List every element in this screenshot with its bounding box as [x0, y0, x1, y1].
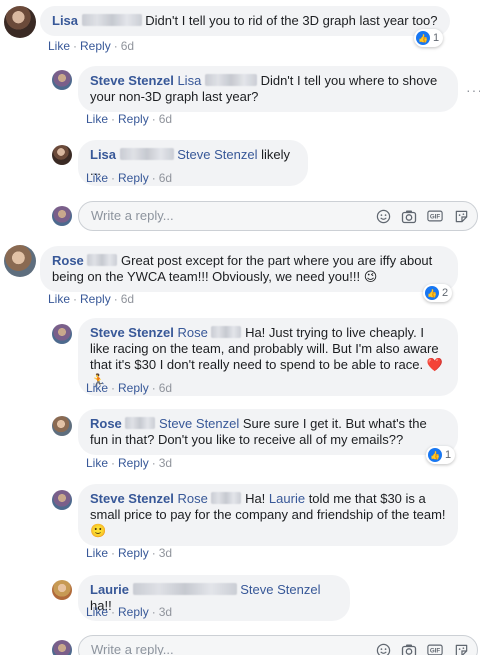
- comment-actions: Like · Reply · 6d: [48, 39, 135, 53]
- comment-author[interactable]: Laurie: [90, 582, 129, 597]
- redacted-name: [125, 417, 156, 429]
- redacted-name: [132, 583, 237, 595]
- like-link[interactable]: Like: [86, 171, 108, 185]
- like-link[interactable]: Like: [48, 39, 70, 53]
- emoji-icon[interactable]: [375, 642, 391, 655]
- avatar[interactable]: [4, 6, 36, 38]
- timestamp[interactable]: 3d: [159, 605, 172, 619]
- mention-tag[interactable]: Laurie: [269, 491, 305, 506]
- comment-author[interactable]: Steve Stenzel: [90, 73, 174, 88]
- like-link[interactable]: Like: [48, 292, 70, 306]
- like-link[interactable]: Like: [86, 112, 108, 126]
- comment-actions: Like · Reply · 6d: [86, 112, 173, 126]
- timestamp[interactable]: 6d: [121, 39, 134, 53]
- comment-actions: Like · Reply · 6d: [86, 171, 173, 185]
- reaction-count[interactable]: 👍 2: [423, 284, 453, 302]
- mention-tag[interactable]: Steve Stenzel: [159, 416, 239, 431]
- reaction-count[interactable]: 👍 1: [426, 446, 456, 464]
- gif-icon[interactable]: GIF: [427, 208, 443, 224]
- camera-icon[interactable]: [401, 208, 417, 224]
- reply-link[interactable]: Reply: [118, 605, 149, 619]
- comment-bubble: Rose Steve Stenzel Sure sure I get it. B…: [78, 409, 458, 455]
- comment-author[interactable]: Lisa: [52, 13, 78, 28]
- comment-actions: Like · Reply · 6d: [48, 292, 135, 306]
- avatar: [52, 640, 72, 655]
- avatar[interactable]: [52, 416, 72, 436]
- reply-link[interactable]: Reply: [118, 546, 149, 560]
- redacted-name: [119, 148, 174, 160]
- reply-link[interactable]: Reply: [118, 112, 149, 126]
- like-reaction-icon: 👍: [425, 286, 439, 300]
- timestamp[interactable]: 3d: [159, 456, 172, 470]
- avatar: [52, 206, 72, 226]
- more-options-icon[interactable]: ···: [466, 82, 480, 98]
- comment-bubble: Steve Stenzel Lisa Didn't I tell you whe…: [78, 66, 458, 112]
- reply-link[interactable]: Reply: [118, 381, 149, 395]
- mention-tag[interactable]: Steve Stenzel: [177, 147, 257, 162]
- comment-bubble: Lisa Didn't I tell you to rid of the 3D …: [40, 6, 450, 36]
- comment-author[interactable]: Lisa: [90, 147, 116, 162]
- mention-tag[interactable]: Rose: [177, 325, 207, 340]
- redacted-name: [87, 254, 118, 266]
- timestamp[interactable]: 6d: [121, 292, 134, 306]
- timestamp[interactable]: 6d: [159, 171, 172, 185]
- mention-tag[interactable]: Lisa: [177, 73, 201, 88]
- sticker-icon[interactable]: [453, 642, 469, 655]
- reply-box: GIF: [78, 201, 478, 231]
- reply-link[interactable]: Reply: [118, 171, 149, 185]
- gif-icon[interactable]: GIF: [427, 642, 443, 655]
- comment-actions: Like · Reply · 3d: [86, 546, 173, 560]
- avatar[interactable]: [52, 324, 72, 344]
- wink-emoji: 😉: [363, 269, 378, 284]
- reply-box: GIF: [78, 635, 478, 655]
- redacted-name: [81, 14, 142, 26]
- timestamp[interactable]: 6d: [159, 112, 172, 126]
- like-link[interactable]: Like: [86, 605, 108, 619]
- avatar[interactable]: [4, 245, 36, 277]
- avatar[interactable]: [52, 145, 72, 165]
- camera-icon[interactable]: [401, 642, 417, 655]
- svg-text:GIF: GIF: [430, 214, 441, 221]
- reply-input[interactable]: [91, 208, 341, 223]
- svg-text:GIF: GIF: [430, 648, 441, 655]
- smile-emoji: 🙂: [90, 523, 107, 538]
- timestamp[interactable]: 6d: [159, 381, 172, 395]
- reply-link[interactable]: Reply: [118, 456, 149, 470]
- like-link[interactable]: Like: [86, 546, 108, 560]
- comment-actions: Like · Reply · 3d: [86, 605, 173, 619]
- comment-text-before: Ha!: [245, 491, 266, 506]
- like-link[interactable]: Like: [86, 456, 108, 470]
- avatar[interactable]: [52, 70, 72, 90]
- comment-text: Didn't I tell you to rid of the 3D graph…: [145, 13, 438, 28]
- like-reaction-icon: 👍: [428, 448, 442, 462]
- comment-actions: Like · Reply · 6d: [86, 381, 173, 395]
- comment-author[interactable]: Rose: [90, 416, 122, 431]
- comment-author[interactable]: Steve Stenzel: [90, 491, 174, 506]
- comment-author[interactable]: Rose: [52, 253, 84, 268]
- reply-box-icons: GIF: [375, 642, 469, 655]
- redacted-name: [211, 492, 242, 504]
- mention-tag[interactable]: Steve Stenzel: [240, 582, 320, 597]
- reply-link[interactable]: Reply: [80, 292, 111, 306]
- comment-bubble: Steve Stenzel Rose Ha! Laurie told me th…: [78, 484, 458, 546]
- reply-input[interactable]: [91, 642, 341, 655]
- mention-tag[interactable]: Rose: [177, 491, 207, 506]
- reply-box-icons: GIF: [375, 208, 469, 224]
- redacted-name: [204, 74, 257, 86]
- timestamp[interactable]: 3d: [159, 546, 172, 560]
- emoji-icon[interactable]: [375, 208, 391, 224]
- like-link[interactable]: Like: [86, 381, 108, 395]
- reply-link[interactable]: Reply: [80, 39, 111, 53]
- comment-bubble: Rose Great post except for the part wher…: [40, 246, 458, 292]
- reaction-count[interactable]: 👍 1: [414, 29, 444, 47]
- avatar[interactable]: [52, 580, 72, 600]
- avatar[interactable]: [52, 490, 72, 510]
- comment-actions: Like · Reply · 3d: [86, 456, 173, 470]
- like-reaction-icon: 👍: [416, 31, 430, 45]
- redacted-name: [211, 326, 242, 338]
- sticker-icon[interactable]: [453, 208, 469, 224]
- comment-author[interactable]: Steve Stenzel: [90, 325, 174, 340]
